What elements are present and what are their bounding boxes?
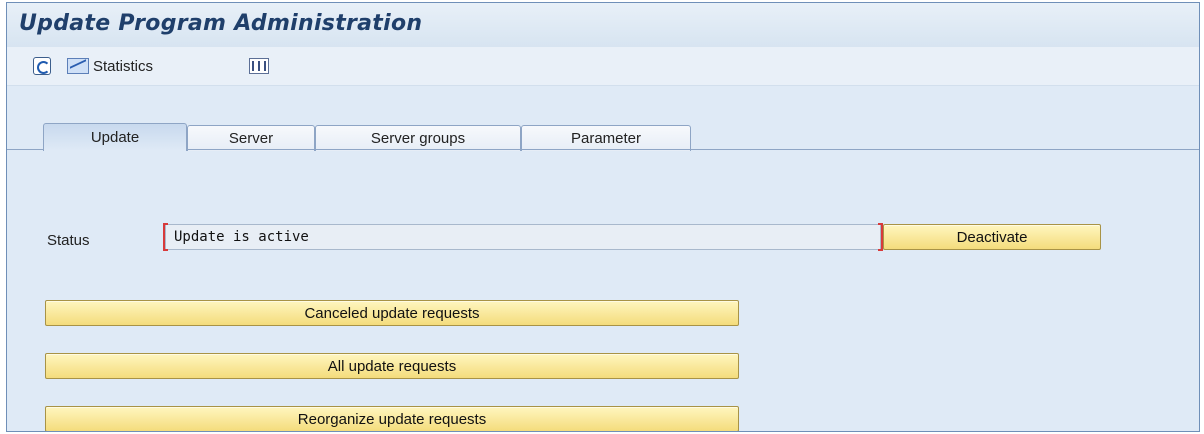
- tab-server-groups[interactable]: Server groups: [315, 125, 521, 151]
- reorganize-update-requests-button[interactable]: Reorganize update requests: [45, 406, 739, 431]
- canceled-update-requests-button[interactable]: Canceled update requests: [45, 300, 739, 326]
- tab-server-label: Server: [228, 130, 274, 147]
- tab-server-groups-label: Server groups: [370, 130, 466, 147]
- columns-icon: [249, 58, 269, 74]
- all-update-requests-button[interactable]: All update requests: [45, 353, 739, 379]
- deactivate-label: Deactivate: [956, 228, 1028, 246]
- tab-update[interactable]: Update: [43, 123, 187, 151]
- canceled-update-requests-label: Canceled update requests: [304, 304, 480, 322]
- chart-icon: [67, 58, 89, 74]
- statistics-button[interactable]: Statistics: [67, 53, 153, 79]
- page-title: Update Program Administration: [19, 11, 423, 36]
- tab-update-label: Update: [90, 129, 140, 146]
- status-label: Status: [47, 232, 90, 249]
- sap-window: Update Program Administration Statistics…: [6, 2, 1200, 432]
- tab-strip: Update Server Server groups Parameter: [7, 123, 1199, 151]
- statistics-label: Statistics: [93, 57, 154, 75]
- all-update-requests-label: All update requests: [327, 357, 457, 375]
- deactivate-button[interactable]: Deactivate: [883, 224, 1101, 250]
- update-tab-panel: Status Update is active Deactivate Cance…: [7, 150, 1199, 431]
- refresh-icon: [33, 57, 51, 75]
- title-bar: Update Program Administration: [7, 3, 1199, 48]
- field-bracket-left: [163, 223, 168, 251]
- status-field: Update is active: [163, 223, 883, 251]
- columns-button[interactable]: [249, 53, 269, 79]
- reorganize-update-requests-label: Reorganize update requests: [297, 410, 487, 428]
- tab-parameter-label: Parameter: [570, 130, 642, 147]
- tab-parameter[interactable]: Parameter: [521, 125, 691, 151]
- tab-server[interactable]: Server: [187, 125, 315, 151]
- status-value: Update is active: [174, 229, 309, 245]
- refresh-button[interactable]: [33, 53, 51, 79]
- application-toolbar: Statistics: [7, 47, 1199, 86]
